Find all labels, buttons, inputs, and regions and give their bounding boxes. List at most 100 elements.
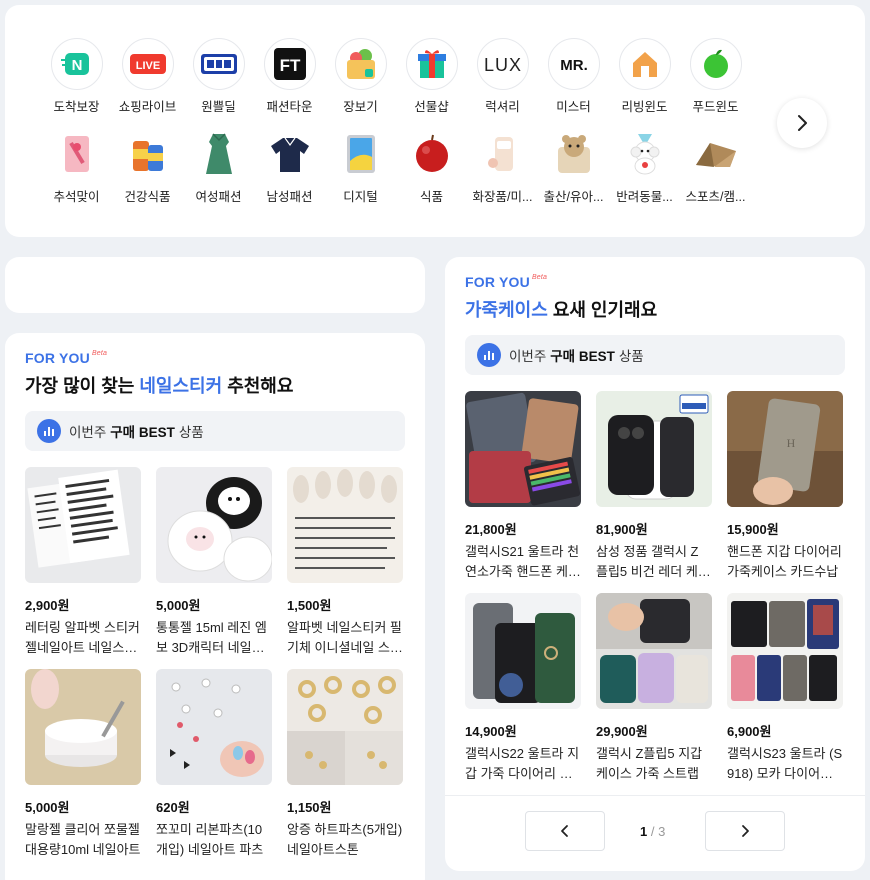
product-price: 14,900원 bbox=[465, 724, 517, 739]
category-label: 패션타운 bbox=[266, 100, 313, 114]
product-card[interactable]: 81,900원 삼성 정품 갤럭시 Z 플립5 비건 레더 케이스 bbox=[596, 391, 712, 593]
category-mens-fashion[interactable]: 남성패션 bbox=[254, 128, 325, 218]
category-fashion-town[interactable]: FT 패션타운 bbox=[254, 38, 325, 128]
next-page-button[interactable] bbox=[705, 811, 785, 851]
headline-text: 추천해요 bbox=[222, 376, 294, 396]
product-card[interactable]: H 15,900원 핸드폰 지갑 다이어리 가죽케이스 카드수납 bbox=[727, 391, 843, 593]
category-label: 화장품/미... bbox=[472, 190, 533, 204]
category-mister[interactable]: MR. 미스터 bbox=[538, 38, 609, 128]
product-card[interactable]: 2,900원 레터링 알파벳 스티커 젤네일아트 네일스티커 bbox=[25, 467, 141, 669]
baby-toy-icon bbox=[548, 128, 600, 180]
apple-icon bbox=[689, 38, 742, 90]
beta-badge: Beta bbox=[91, 350, 108, 357]
category-label: 원쁠딜 bbox=[201, 100, 236, 114]
product-price: 6,900원 bbox=[727, 724, 772, 739]
product-name: 쪼꼬미 리본파츠(10개입) 네일아트 파츠 bbox=[156, 822, 264, 857]
section-headline: 가죽케이스 요새 인기래요 bbox=[465, 296, 657, 322]
bar-chart-icon bbox=[37, 419, 61, 443]
for-you-text: FOR YOU bbox=[25, 350, 90, 366]
best-bar-bold: 구매 BEST bbox=[550, 349, 615, 364]
category-arrival-guarantee[interactable]: N 도착보장 bbox=[41, 38, 112, 128]
category-label: 도착보장 bbox=[53, 100, 100, 114]
product-image bbox=[287, 467, 403, 583]
product-card[interactable]: 5,000원 말랑젤 클리어 쪼물젤 대용량10ml 네일아트 bbox=[25, 669, 141, 871]
chevron-left-icon bbox=[561, 825, 568, 837]
category-one-plus-deal[interactable]: 원쁠딜 bbox=[183, 38, 254, 128]
chevron-right-icon bbox=[798, 115, 807, 131]
product-name: 갤럭시S23 울트라 (S918) 모카 다이어리 케이스 bbox=[727, 746, 843, 781]
category-shopping-live[interactable]: LIVE 쇼핑라이브 bbox=[112, 38, 183, 128]
current-page: 1 bbox=[640, 824, 648, 839]
category-gift-shop[interactable]: 선물샵 bbox=[396, 38, 467, 128]
product-card[interactable]: 1,500원 알파벳 네일스티커 필기체 이니셜네일 스티커 bbox=[287, 467, 403, 669]
best-bar-text: 이번주 bbox=[69, 425, 107, 440]
pet-dog-icon bbox=[619, 128, 671, 180]
category-cosmetics[interactable]: 화장품/미... bbox=[467, 128, 538, 218]
category-food[interactable]: 식품 bbox=[396, 128, 467, 218]
category-label: 반려동물... bbox=[616, 190, 673, 204]
svg-text:H: H bbox=[787, 436, 796, 450]
nail-sticker-recommendation-panel: FOR YOU Beta 가장 많이 찾는 네일스티커 추천해요 이번주 구매 BE… bbox=[5, 333, 425, 880]
bar-chart-icon bbox=[477, 343, 501, 367]
product-image bbox=[727, 593, 843, 709]
product-price: 1,500원 bbox=[287, 598, 332, 613]
category-label: 선물샵 bbox=[414, 100, 449, 114]
grocery-bag-icon bbox=[334, 38, 387, 90]
category-label: 건강식품 bbox=[124, 190, 171, 204]
product-price: 2,900원 bbox=[25, 598, 70, 613]
category-health-food[interactable]: 건강식품 bbox=[112, 128, 183, 218]
product-card[interactable]: 29,900원 갤럭시 Z플립5 지갑 케이스 가죽 스트랩 bbox=[596, 593, 712, 795]
cosmetics-icon bbox=[477, 128, 529, 180]
headline-text: 가장 많이 찾는 bbox=[25, 376, 140, 396]
live-icon: LIVE bbox=[121, 38, 174, 90]
product-card[interactable]: 5,000원 통통젤 15ml 레진 엠보 3D캐릭터 네일아트 bbox=[156, 467, 272, 669]
category-label: 럭셔리 bbox=[485, 100, 520, 114]
headline-text: 요새 인기래요 bbox=[547, 300, 658, 320]
gift-icon bbox=[405, 38, 458, 90]
svg-text:FT: FT bbox=[279, 56, 300, 75]
for-you-label: FOR YOU Beta bbox=[25, 350, 107, 366]
product-card[interactable]: 14,900원 갤럭시S22 울트라 지갑 가죽 다이어리 케이스 bbox=[465, 593, 581, 795]
page-indicator: 1 / 3 bbox=[640, 824, 665, 839]
best-bar-bold: 구매 BEST bbox=[110, 425, 175, 440]
category-digital[interactable]: 디지털 bbox=[325, 128, 396, 218]
product-price: 5,000원 bbox=[156, 598, 201, 613]
product-price: 1,150원 bbox=[287, 800, 332, 815]
product-image bbox=[596, 593, 712, 709]
product-card[interactable]: 1,150원 앙증 하트파츠(5개입) 네일아트스톤 bbox=[287, 669, 403, 871]
product-name: 통통젤 15ml 레진 엠보 3D캐릭터 네일아트 bbox=[156, 620, 267, 655]
category-baby[interactable]: 출산/유아... bbox=[538, 128, 609, 218]
category-label: 식품 bbox=[419, 190, 443, 204]
product-name: 앙증 하트파츠(5개입) 네일아트스톤 bbox=[287, 822, 403, 857]
category-label: 스포츠/캠... bbox=[685, 190, 746, 204]
category-next-button[interactable] bbox=[777, 98, 827, 148]
category-chuseok[interactable]: 추석맞이 bbox=[41, 128, 112, 218]
section-headline: 가장 많이 찾는 네일스티커 추천해요 bbox=[25, 372, 293, 398]
best-bar-text: 상품 bbox=[618, 349, 644, 364]
category-grocery[interactable]: 장보기 bbox=[325, 38, 396, 128]
category-pets[interactable]: 반려동물... bbox=[609, 128, 680, 218]
prev-page-button[interactable] bbox=[525, 811, 605, 851]
svg-text:LUX: LUX bbox=[483, 55, 521, 75]
category-living-window[interactable]: 리빙윈도 bbox=[609, 38, 680, 128]
category-label: 장보기 bbox=[343, 100, 378, 114]
dress-icon bbox=[193, 128, 245, 180]
product-image bbox=[596, 391, 712, 507]
beta-badge: Beta bbox=[531, 274, 548, 281]
product-price: 15,900원 bbox=[727, 522, 779, 537]
category-label: 여성패션 bbox=[195, 190, 242, 204]
product-card[interactable]: 620원 쪼꼬미 리본파츠(10개입) 네일아트 파츠 bbox=[156, 669, 272, 871]
product-grid: 21,800원 갤럭시S21 울트라 천연소가죽 핸드폰 케이스 81,900원… bbox=[465, 391, 843, 795]
product-card[interactable]: 6,900원 갤럭시S23 울트라 (S918) 모카 다이어리 케이스 bbox=[727, 593, 843, 795]
product-name: 갤럭시 Z플립5 지갑 케이스 가죽 스트랩 bbox=[596, 746, 703, 781]
truck-n-icon: N bbox=[50, 38, 103, 90]
product-image bbox=[465, 593, 581, 709]
category-label: 푸드윈도 bbox=[692, 100, 739, 114]
product-image: H bbox=[727, 391, 843, 507]
category-luxury[interactable]: LUX 럭셔리 bbox=[467, 38, 538, 128]
category-womens-fashion[interactable]: 여성패션 bbox=[183, 128, 254, 218]
product-card[interactable]: 21,800원 갤럭시S21 울트라 천연소가죽 핸드폰 케이스 bbox=[465, 391, 581, 593]
category-sports-camping[interactable]: 스포츠/캠... bbox=[680, 128, 751, 218]
tent-icon bbox=[690, 128, 742, 180]
category-food-window[interactable]: 푸드윈도 bbox=[680, 38, 751, 128]
